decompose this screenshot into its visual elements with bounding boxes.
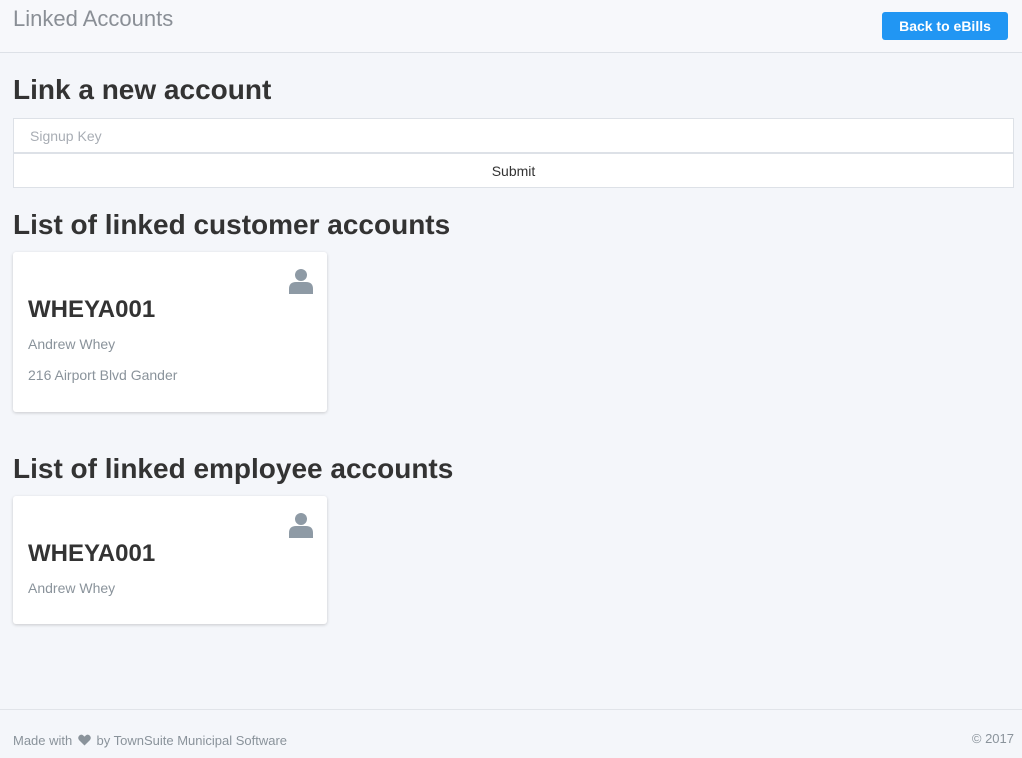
footer-credit: Made with by TownSuite Municipal Softwar… bbox=[13, 733, 287, 748]
customer-account-card[interactable]: WHEYA001 Andrew Whey 216 Airport Blvd Ga… bbox=[13, 252, 327, 412]
account-name: Andrew Whey bbox=[28, 580, 116, 596]
account-address: 216 Airport Blvd Gander bbox=[28, 367, 178, 383]
made-with-suffix: by TownSuite Municipal Software bbox=[96, 733, 288, 748]
top-bar: Linked Accounts Back to eBills bbox=[0, 0, 1022, 53]
customer-accounts-heading: List of linked customer accounts bbox=[13, 209, 451, 240]
employee-account-card[interactable]: WHEYA001 Andrew Whey bbox=[13, 496, 327, 624]
signup-key-input[interactable] bbox=[13, 118, 1014, 153]
footer: Made with by TownSuite Municipal Softwar… bbox=[0, 709, 1022, 758]
account-id: WHEYA001 bbox=[28, 540, 156, 567]
employee-accounts-heading: List of linked employee accounts bbox=[13, 453, 454, 484]
link-account-heading: Link a new account bbox=[13, 74, 272, 105]
user-icon bbox=[289, 269, 313, 294]
account-name: Andrew Whey bbox=[28, 336, 116, 352]
submit-button[interactable]: Submit bbox=[13, 153, 1014, 188]
user-icon bbox=[289, 513, 313, 538]
back-to-ebills-button[interactable]: Back to eBills bbox=[882, 12, 1008, 40]
account-id: WHEYA001 bbox=[28, 296, 156, 323]
page-title: Linked Accounts bbox=[13, 6, 174, 31]
made-with-prefix: Made with bbox=[13, 733, 73, 748]
heart-icon bbox=[78, 734, 91, 746]
copyright: © 2017 bbox=[971, 731, 1014, 746]
